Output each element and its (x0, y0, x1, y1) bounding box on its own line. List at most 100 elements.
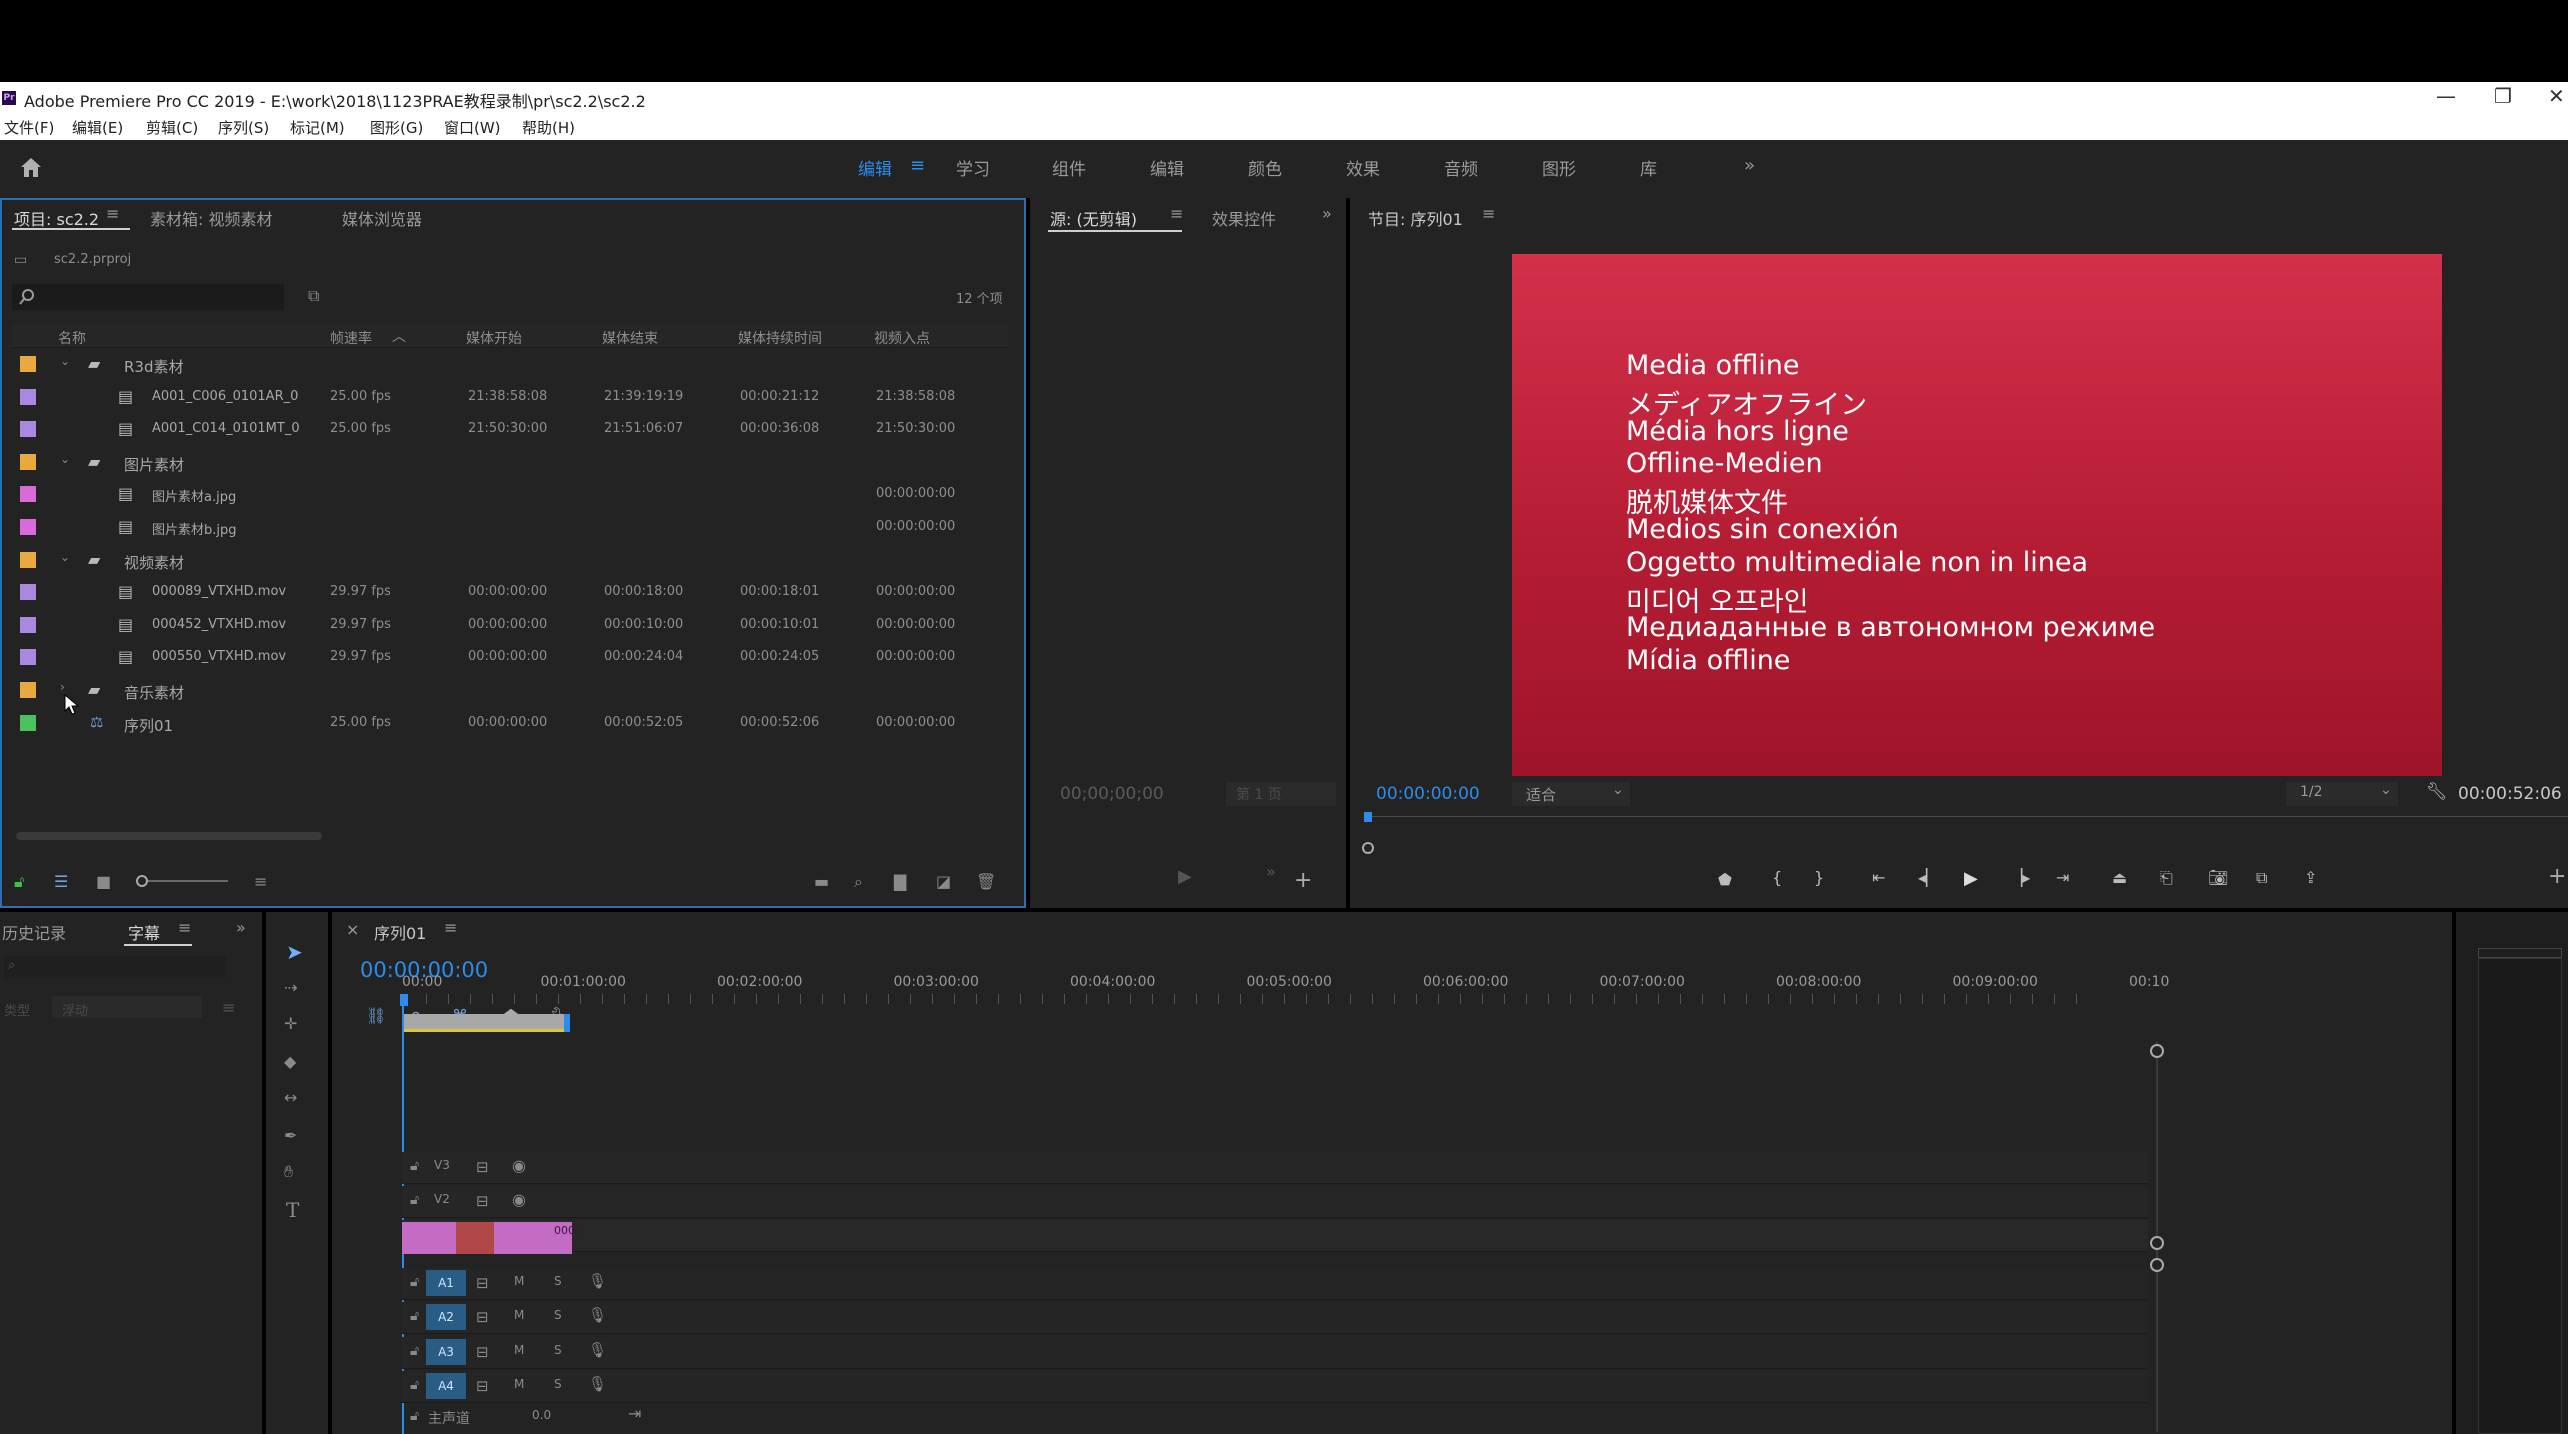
workspace-tab-libraries[interactable]: 库 (1640, 155, 1657, 180)
automate-to-sequence-icon[interactable]: ▬ (814, 872, 829, 891)
tab-effect-controls[interactable]: 效果控件 (1212, 206, 1276, 230)
go-to-in-icon[interactable]: ⇤ (1872, 868, 1885, 887)
workspace-tab-editing[interactable]: 编辑 (858, 155, 892, 180)
workspace-tab-edit[interactable]: 编辑 (1150, 155, 1184, 180)
razor-tool-icon[interactable]: ◆ (284, 1052, 296, 1071)
track-target-A2[interactable]: A2 (426, 1304, 466, 1331)
mark-in-icon[interactable]: { (1772, 868, 1782, 887)
playhead-handle[interactable] (400, 994, 408, 1006)
eye-icon[interactable]: ◉ (512, 1190, 526, 1209)
microphone-icon[interactable]: 🎙︎ (588, 1341, 607, 1359)
zoom-slider-handle[interactable] (136, 875, 148, 887)
microphone-icon[interactable]: 🎙︎ (588, 1306, 607, 1324)
label-color-swatch[interactable] (20, 551, 36, 568)
menu-marker[interactable]: 标记(M) (290, 117, 345, 138)
menu-help[interactable]: 帮助(H) (522, 117, 575, 138)
go-to-out-icon[interactable]: ⇥ (2056, 868, 2069, 887)
solo-button[interactable]: S (554, 1343, 562, 1357)
workspace-tab-graphics[interactable]: 图形 (1542, 155, 1576, 180)
program-timecode[interactable]: 00:00:00:00 (1376, 784, 1480, 804)
new-bin-icon[interactable]: ▇ (894, 872, 906, 891)
workspace-tab-color[interactable]: 颜色 (1248, 155, 1282, 180)
history-tab-menu-icon[interactable]: ≡ (178, 918, 191, 937)
col-video-in[interactable]: 视频入点 (874, 328, 930, 348)
selection-tool-icon[interactable]: ➤ (286, 940, 303, 964)
track-label-V3[interactable]: V3 (434, 1158, 450, 1172)
icon-view-icon[interactable]: ■ (96, 872, 111, 891)
item-name[interactable]: 音乐素材 (124, 682, 184, 703)
export-frame-icon[interactable]: 📷︎ (2208, 868, 2228, 887)
sync-lock-icon[interactable]: ⊟ (476, 1308, 489, 1326)
program-tab-menu-icon[interactable]: ≡ (1482, 204, 1495, 223)
video-track-lane[interactable] (402, 1220, 2148, 1252)
workspace-tab-audio[interactable]: 音频 (1444, 155, 1478, 180)
mute-button[interactable]: M (514, 1377, 524, 1391)
label-color-swatch[interactable] (20, 421, 36, 438)
program-add-button-icon[interactable]: + (2548, 864, 2566, 889)
item-name[interactable]: 图片素材a.jpg (152, 486, 236, 505)
step-forward-icon[interactable]: ▕▸ (2010, 868, 2030, 887)
mark-out-icon[interactable]: } (1814, 868, 1824, 887)
item-name[interactable]: 000089_VTXHD.mov (152, 584, 286, 599)
lift-icon[interactable]: ⏏︎ (2112, 868, 2127, 887)
workspace-tab-assembly[interactable]: 组件 (1052, 155, 1086, 180)
track-lock-icon[interactable]: 🔓︎ (410, 1158, 419, 1174)
tab-sequence[interactable]: 序列01 (374, 920, 426, 944)
lock-icon[interactable]: 🔓︎ (14, 872, 24, 892)
sync-lock-icon[interactable]: ⊟ (476, 1192, 489, 1210)
video-track-lane[interactable] (402, 1186, 2148, 1218)
mute-button[interactable]: M (514, 1274, 524, 1288)
step-back-icon[interactable]: ◂▏ (1918, 868, 1938, 887)
slip-tool-icon[interactable]: ↔ (284, 1088, 297, 1107)
captions-list-icon[interactable]: ≡ (222, 998, 235, 1017)
ripple-edit-tool-icon[interactable]: ✛ (284, 1014, 297, 1033)
solo-button[interactable]: S (554, 1377, 562, 1391)
hand-tool-icon[interactable]: ✋︎ (284, 1162, 293, 1182)
menu-window[interactable]: 窗口(W) (444, 117, 501, 138)
tab-menu-icon[interactable]: ≡ (106, 204, 119, 223)
disclosure-triangle-icon[interactable]: ⌄ (60, 354, 70, 368)
label-color-swatch[interactable] (20, 616, 36, 633)
mute-button[interactable]: M (514, 1308, 524, 1322)
menu-graphics[interactable]: 图形(G) (370, 117, 423, 138)
work-area-end-handle[interactable] (564, 1014, 570, 1032)
solo-button[interactable]: S (554, 1308, 562, 1322)
disclosure-triangle-icon[interactable]: › (60, 680, 65, 694)
list-view-icon[interactable]: ☰ (54, 872, 68, 891)
pen-tool-icon[interactable]: ✒ (284, 1126, 297, 1145)
track-target-A1[interactable]: A1 (426, 1270, 466, 1296)
add-marker-icon[interactable]: ⬟ (1718, 870, 1732, 889)
wrench-icon[interactable]: 🔧︎ (2426, 782, 2448, 802)
nest-icon[interactable]: ⛓︎ (366, 1006, 386, 1025)
tab-program[interactable]: 节目: 序列01 (1368, 206, 1463, 230)
minimize-icon[interactable]: — (2436, 84, 2456, 108)
source-overflow-controls-icon[interactable]: » (1266, 862, 1276, 881)
tab-history[interactable]: 历史记录 (2, 920, 66, 944)
disclosure-triangle-icon[interactable]: ⌄ (60, 452, 70, 466)
tab-captions[interactable]: 字幕 (128, 920, 160, 944)
comparison-view-icon[interactable]: ⧉ (2256, 868, 2267, 888)
timeline-tab-menu-icon[interactable]: ≡ (444, 918, 457, 937)
vertical-zoom-top-handle[interactable] (2150, 1044, 2164, 1058)
work-area-bar[interactable] (402, 1014, 566, 1032)
source-play-icon[interactable]: ▶ (1178, 866, 1192, 887)
disclosure-triangle-icon[interactable]: ⌄ (60, 550, 70, 564)
program-monitor-frame[interactable]: Media offline メディアオフライン Média hors ligne Of… (1512, 254, 2442, 776)
item-name[interactable]: A001_C006_0101AR_0 (152, 389, 298, 404)
zoom-slider[interactable] (138, 880, 228, 882)
label-color-swatch[interactable] (20, 649, 36, 666)
clip-a[interactable] (402, 1222, 456, 1254)
col-media-end[interactable]: 媒体结束 (602, 328, 658, 348)
new-search-bin-icon[interactable]: ⧉ (308, 286, 319, 306)
item-name[interactable]: 000550_VTXHD.mov (152, 649, 286, 664)
label-color-swatch[interactable] (20, 584, 36, 601)
source-tab-menu-icon[interactable]: ≡ (1170, 204, 1183, 223)
track-label-V2[interactable]: V2 (434, 1192, 450, 1206)
master-track-value[interactable]: 0.0 (532, 1408, 551, 1422)
source-add-button-icon[interactable]: + (1294, 868, 1312, 893)
close-icon[interactable]: ✕ (2548, 84, 2565, 108)
find-icon[interactable]: ⌕ (854, 872, 863, 892)
transition[interactable] (456, 1222, 494, 1254)
item-name[interactable]: 图片素材b.jpg (152, 519, 237, 538)
microphone-icon[interactable]: 🎙︎ (588, 1375, 607, 1393)
